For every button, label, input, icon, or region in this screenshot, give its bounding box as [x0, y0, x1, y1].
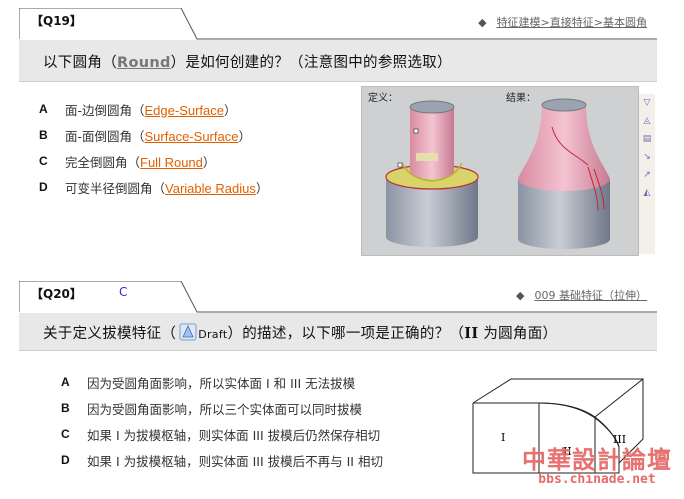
question-bar: 关于定义拔模特征（ Draft）的描述，以下哪一项是正确的？（II 为圆角面）	[19, 313, 657, 351]
tool-icon[interactable]: ↗	[641, 170, 653, 184]
option-letter: C	[39, 154, 48, 168]
option-letter: A	[39, 102, 48, 116]
draft-icon	[179, 323, 197, 341]
answer-mark: C	[119, 285, 128, 299]
option-letter: D	[61, 453, 70, 467]
option-c[interactable]: C 完全倒圆角（Full Round）	[39, 148, 268, 174]
option-b[interactable]: B 面-面倒圆角（Surface-Surface）	[39, 122, 268, 148]
diamond-icon: ◆	[516, 289, 525, 302]
option-text: 因为受圆角面影响，所以实体面 I 和 III 无法拔模	[87, 375, 356, 391]
tool-icon[interactable]: ▽	[641, 98, 653, 112]
option-label: 面-面倒圆角（	[65, 128, 145, 144]
definition-label: 定义：	[368, 91, 398, 104]
option-link[interactable]: Full Round	[140, 155, 203, 170]
option-letter: B	[39, 128, 48, 142]
option-text: 因为受圆角面影响，所以三个实体面可以同时拔模	[87, 401, 363, 417]
question-text-pre: 以下圆角（	[43, 55, 117, 71]
watermark-title: 中華設計論壇	[522, 446, 672, 474]
round-illustration: 定义： 结果：	[362, 87, 638, 255]
option-text: 可变半径倒圆角（Variable Radius）	[65, 178, 268, 197]
option-a[interactable]: A 面-边倒圆角（Edge-Surface）	[39, 96, 268, 122]
result-label: 结果：	[506, 91, 536, 104]
breadcrumb[interactable]: ◆ 特征建模>直接特征>基本圆角	[478, 14, 647, 30]
tool-icon[interactable]: ▤	[641, 134, 653, 148]
option-b[interactable]: B 因为受圆角面影响，所以三个实体面可以同时拔模	[61, 395, 383, 421]
question-text-post: ）是如何创建的？（注意图中的参照选取）	[170, 55, 452, 71]
question-keyword: Round	[117, 55, 171, 71]
option-link[interactable]: Surface-Surface	[145, 129, 239, 144]
question-tag: 【Q20】	[31, 287, 82, 301]
option-letter: B	[61, 401, 70, 415]
options-list: A 面-边倒圆角（Edge-Surface） B 面-面倒圆角（Surface-Su…	[39, 96, 268, 200]
question-tag: 【Q19】	[31, 14, 82, 28]
face-label-1: I	[501, 431, 505, 444]
round-figure: 定义： 结果：	[361, 86, 639, 256]
definition-view: 定义：	[362, 87, 500, 255]
result-view: 结果：	[500, 87, 638, 255]
draft-word: Draft	[198, 328, 228, 341]
tool-icon[interactable]: ◭	[641, 188, 653, 202]
question-text-post: 为圆角面）	[478, 326, 558, 342]
option-text: 如果 I 为拔模枢轴，则实体面 III 拔模后仍然保存相切	[87, 427, 381, 443]
option-a[interactable]: A 因为受圆角面影响，所以实体面 I 和 III 无法拔模	[61, 369, 383, 395]
option-text: 面-面倒圆角（Surface-Surface）	[65, 126, 251, 145]
option-label: 面-边倒圆角（	[65, 102, 145, 118]
option-text: 面-边倒圆角（Edge-Surface）	[65, 100, 237, 119]
tool-icon[interactable]: ↘	[641, 152, 653, 166]
option-d[interactable]: D 如果 I 为拔模枢轴，则实体面 III 拔模后不再与 II 相切	[61, 447, 383, 473]
option-d[interactable]: D 可变半径倒圆角（Variable Radius）	[39, 174, 268, 200]
breadcrumb-text: 009 基础特征（拉伸）	[534, 289, 648, 302]
tool-strip: ▽ ◬ ▤ ↘ ↗ ◭	[639, 94, 655, 254]
question-text: 关于定义拔模特征（ Draft）的描述，以下哪一项是正确的？（II 为圆角面）	[43, 322, 557, 343]
option-link[interactable]: Variable Radius	[165, 181, 256, 196]
option-label: 完全倒圆角（	[65, 154, 141, 170]
option-label: 可变半径倒圆角（	[65, 180, 166, 196]
option-close: ）	[238, 128, 251, 144]
breadcrumb-text: 特征建模>直接特征>基本圆角	[496, 16, 647, 29]
question-text-pre: 关于定义拔模特征（	[43, 326, 177, 342]
option-close: ）	[255, 180, 269, 196]
question-bar: 以下圆角（Round）是如何创建的？（注意图中的参照选取）	[19, 40, 657, 82]
diamond-icon: ◆	[478, 16, 487, 29]
option-text: 完全倒圆角（Full Round）	[65, 152, 215, 171]
option-text: 如果 I 为拔模枢轴，则实体面 III 拔模后不再与 II 相切	[87, 453, 383, 469]
option-link[interactable]: Edge-Surface	[145, 103, 225, 118]
options-list: A 因为受圆角面影响，所以实体面 I 和 III 无法拔模 B 因为受圆角面影响，所…	[61, 369, 383, 473]
tool-icon[interactable]: ◬	[641, 116, 653, 130]
watermark-url: bbs.chinade.net	[538, 472, 656, 487]
option-letter: D	[39, 180, 48, 194]
breadcrumb[interactable]: ◆ 009 基础特征（拉伸）	[516, 287, 647, 303]
roman-two: II	[464, 325, 479, 342]
question-text-mid: ）的描述，以下哪一项是正确的？（	[227, 326, 465, 342]
option-letter: A	[61, 375, 70, 389]
watermark: 中華設計論壇 bbs.chinade.net	[514, 440, 680, 496]
option-close: ）	[224, 102, 237, 118]
option-c[interactable]: C 如果 I 为拔模枢轴，则实体面 III 拔模后仍然保存相切	[61, 421, 383, 447]
question-19: 【Q19】 ◆ 特征建模>直接特征>基本圆角 以下圆角（Round）是如何创建的？…	[19, 8, 657, 264]
option-letter: C	[61, 427, 70, 441]
question-text: 以下圆角（Round）是如何创建的？（注意图中的参照选取）	[43, 51, 452, 72]
option-close: ）	[202, 154, 216, 170]
